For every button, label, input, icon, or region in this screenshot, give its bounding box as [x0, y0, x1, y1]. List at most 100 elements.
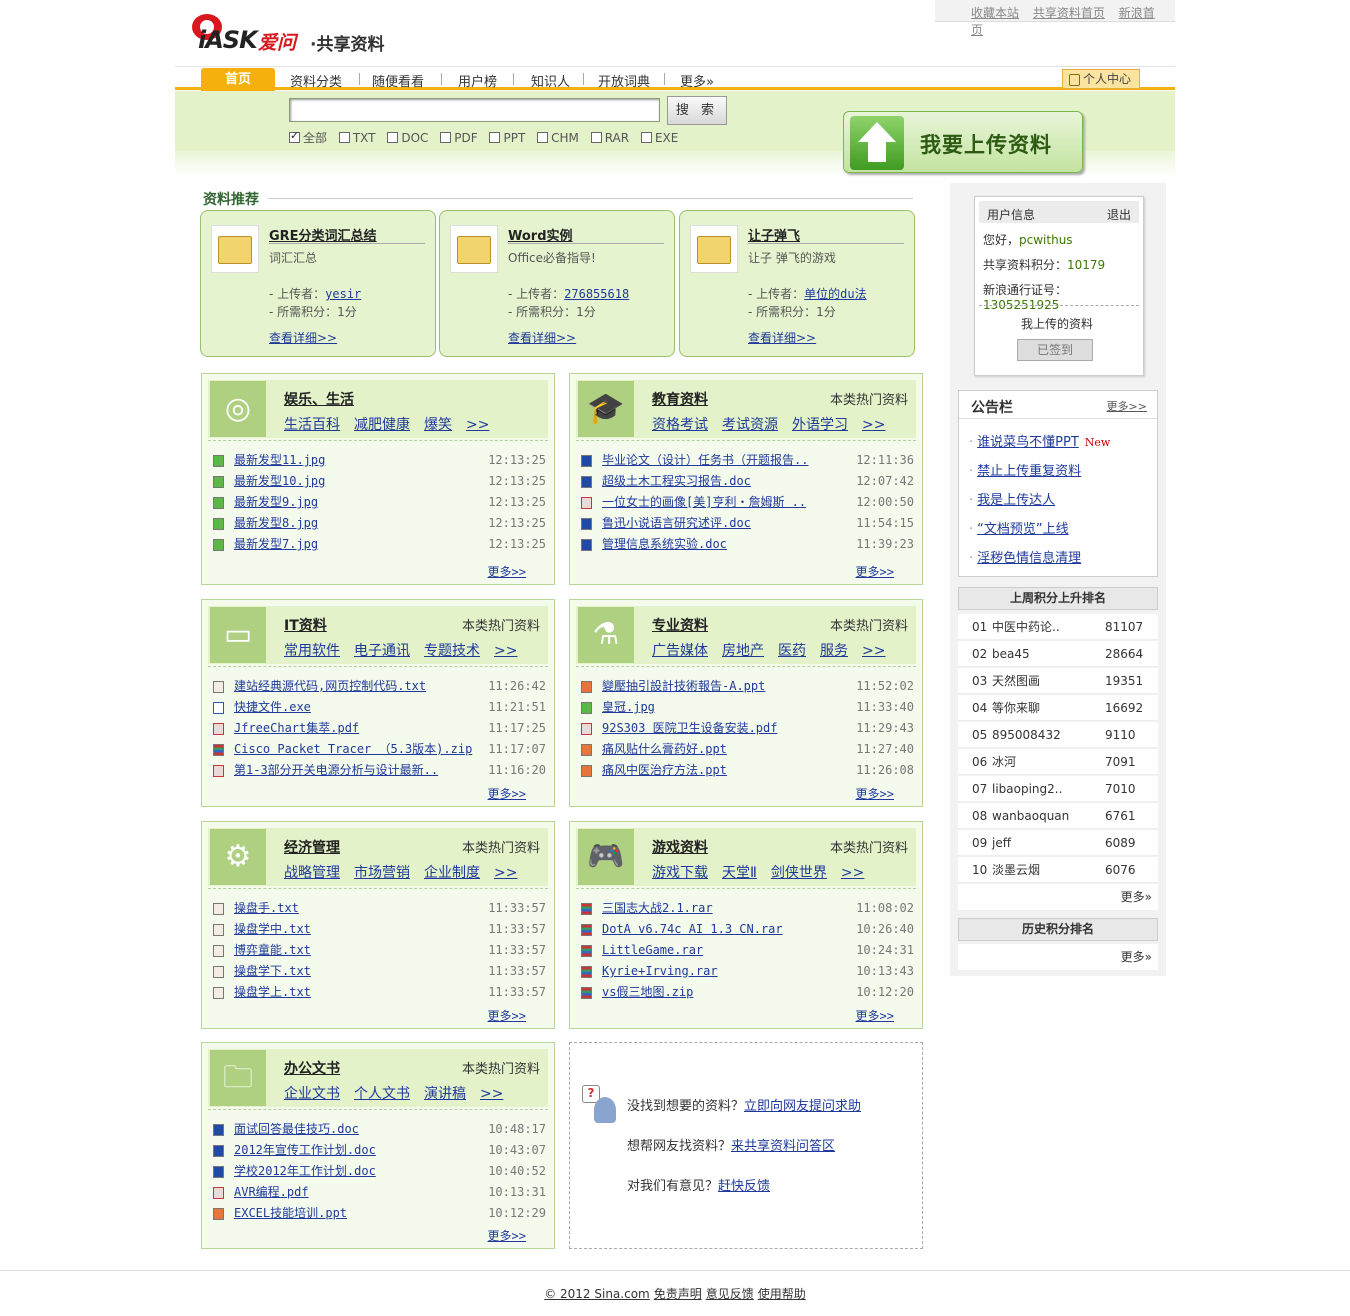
uploader-link[interactable]: yesir [325, 287, 361, 301]
filter-rar[interactable]: RAR [590, 131, 629, 145]
file-link[interactable]: 操盘学下.txt [234, 961, 311, 982]
notice-link[interactable]: 淫秽色情信息清理 [977, 551, 1081, 566]
subcategory-link[interactable]: 广告媒体 [652, 643, 708, 659]
search-input[interactable] [289, 98, 660, 122]
filter-exe[interactable]: EXE [640, 131, 678, 145]
file-link[interactable]: 超级土木工程实习报告.doc [602, 471, 751, 492]
subcategory-link[interactable]: 企业制度 [424, 865, 480, 881]
file-link[interactable]: 一位女士的画像[美]亨利・詹姆斯 .. [602, 492, 806, 513]
rank-username[interactable]: wanbaoquan [992, 803, 1069, 829]
subcategory-link[interactable]: 医药 [778, 643, 806, 659]
category-more-link[interactable]: 更多>> [488, 1007, 526, 1024]
file-link[interactable]: vs假三地图.zip [602, 982, 693, 1003]
recommend-title-link[interactable]: 让子弹飞 [748, 225, 800, 244]
category-title-link[interactable]: 专业资料 [652, 615, 708, 635]
notice-link[interactable]: 谁说菜鸟不懂PPT [977, 435, 1079, 450]
file-link[interactable]: JfreeChart集萃.pdf [234, 718, 359, 739]
my-uploads-link[interactable]: 我上传的资料 [1021, 315, 1093, 332]
file-link[interactable]: 学校2012年工作计划.doc [234, 1161, 376, 1182]
file-link[interactable]: 操盘手.txt [234, 898, 299, 919]
help-link[interactable]: 使用帮助 [758, 1287, 806, 1301]
view-detail-link[interactable]: 查看详细>> [508, 329, 576, 346]
notice-link[interactable]: 禁止上传重复资料 [977, 464, 1081, 479]
share-home-link[interactable]: 共享资料首页 [1033, 6, 1105, 20]
file-link[interactable]: Kyrie+Irving.rar [602, 961, 718, 982]
subcategory-link[interactable]: 服务 [820, 643, 848, 659]
file-link[interactable]: 最新发型8.jpg [234, 513, 318, 534]
file-link[interactable]: 2012年宣传工作计划.doc [234, 1140, 376, 1161]
file-link[interactable]: 建站经典源代码,网页控制代码.txt [234, 676, 426, 697]
subcategory-link[interactable]: 个人文书 [354, 1086, 410, 1102]
subcategory-link[interactable]: >> [480, 1086, 503, 1102]
history-rank-more-link[interactable]: 更多» [958, 944, 1158, 970]
subcategory-link[interactable]: 生活百科 [284, 417, 340, 433]
subcategory-link[interactable]: >> [862, 417, 885, 433]
category-more-link[interactable]: 更多>> [488, 1227, 526, 1244]
subcategory-link[interactable]: 游戏下载 [652, 865, 708, 881]
subcategory-link[interactable]: 考试资源 [722, 417, 778, 433]
rank-username[interactable]: jeff [992, 830, 1011, 856]
subcategory-link[interactable]: 专题技术 [424, 643, 480, 659]
file-link[interactable]: 最新发型7.jpg [234, 534, 318, 555]
rank-username[interactable]: libaoping2.. [992, 776, 1062, 802]
upload-button[interactable]: 我要上传资料 [843, 111, 1083, 173]
file-link[interactable]: LittleGame.rar [602, 940, 703, 961]
notice-link[interactable]: “文档预览”上线 [977, 522, 1068, 537]
filter-chm[interactable]: CHM [537, 131, 579, 145]
weekly-rank-more-link[interactable]: 更多» [958, 884, 1158, 910]
rank-username[interactable]: 中医中药论.. [992, 614, 1060, 640]
uploader-link[interactable]: 单位的du法 [804, 287, 866, 301]
file-link[interactable]: 變壓抽引設計技術報告-A.ppt [602, 676, 765, 697]
file-link[interactable]: 痛风中医治疗方法.ppt [602, 760, 727, 781]
category-more-link[interactable]: 更多>> [856, 1007, 894, 1024]
search-button[interactable]: 搜 索 [667, 96, 727, 125]
rank-username[interactable]: 天然图画 [992, 668, 1040, 694]
rank-username[interactable]: bea45 [992, 641, 1030, 667]
filter-txt[interactable]: TXT [338, 131, 376, 145]
file-link[interactable]: 最新发型11.jpg [234, 450, 325, 471]
file-link[interactable]: 博弈童能.txt [234, 940, 311, 961]
file-link[interactable]: EXCEL技能培训.ppt [234, 1203, 347, 1224]
file-link[interactable]: AVR编程.pdf [234, 1182, 309, 1203]
logout-link[interactable]: 退出 [1107, 206, 1131, 223]
tab-experts[interactable]: 知识人 [531, 71, 570, 90]
subcategory-link[interactable]: >> [841, 865, 864, 881]
subcategory-link[interactable]: 外语学习 [792, 417, 848, 433]
file-link[interactable]: 管理信息系统实验.doc [602, 534, 727, 555]
rank-username[interactable]: 895008432 [992, 722, 1061, 748]
category-title-link[interactable]: 教育资料 [652, 389, 708, 409]
filter-ppt[interactable]: PPT [489, 131, 525, 145]
view-detail-link[interactable]: 查看详细>> [748, 329, 816, 346]
filter-pdf[interactable]: PDF [440, 131, 478, 145]
view-detail-link[interactable]: 查看详细>> [269, 329, 337, 346]
signed-in-button[interactable]: 已签到 [1017, 339, 1093, 361]
file-link[interactable]: 三国志大战2.1.rar [602, 898, 713, 919]
category-more-link[interactable]: 更多>> [856, 563, 894, 580]
file-link[interactable]: DotA v6.74c AI 1.3 CN.rar [602, 919, 783, 940]
category-more-link[interactable]: 更多>> [856, 785, 894, 802]
recommend-title-link[interactable]: GRE分类词汇总结 [269, 225, 377, 244]
personal-center-button[interactable]: 个人中心 [1062, 69, 1140, 89]
copyright-link[interactable]: © 2012 Sina.com [544, 1287, 650, 1301]
disclaimer-link[interactable]: 免责声明 [654, 1287, 702, 1301]
tab-open-dict[interactable]: 开放词典 [598, 71, 650, 90]
tab-more[interactable]: 更多» [680, 71, 714, 90]
file-link[interactable]: 第1-3部分开关电源分析与设计最新.. [234, 760, 438, 781]
subcategory-link[interactable]: 资格考试 [652, 417, 708, 433]
uploader-link[interactable]: 276855618 [564, 287, 629, 301]
notice-link[interactable]: 我是上传达人 [977, 493, 1055, 508]
subcategory-link[interactable]: 电子通讯 [354, 643, 410, 659]
subcategory-link[interactable]: 剑侠世界 [771, 865, 827, 881]
subcategory-link[interactable]: 市场营销 [354, 865, 410, 881]
subcategory-link[interactable]: 减肥健康 [354, 417, 410, 433]
subcategory-link[interactable]: 企业文书 [284, 1086, 340, 1102]
file-link[interactable]: 操盘学中.txt [234, 919, 311, 940]
tab-categories[interactable]: 资料分类 [290, 71, 342, 90]
tab-browse[interactable]: 随便看看 [372, 71, 424, 90]
category-title-link[interactable]: 娱乐、生活 [284, 389, 354, 409]
subcategory-link[interactable]: 战略管理 [284, 865, 340, 881]
subcategory-link[interactable]: >> [862, 643, 885, 659]
rank-username[interactable]: 冰河 [992, 749, 1016, 775]
subcategory-link[interactable]: 演讲稿 [424, 1086, 466, 1102]
subcategory-link[interactable]: 房地产 [722, 643, 764, 659]
